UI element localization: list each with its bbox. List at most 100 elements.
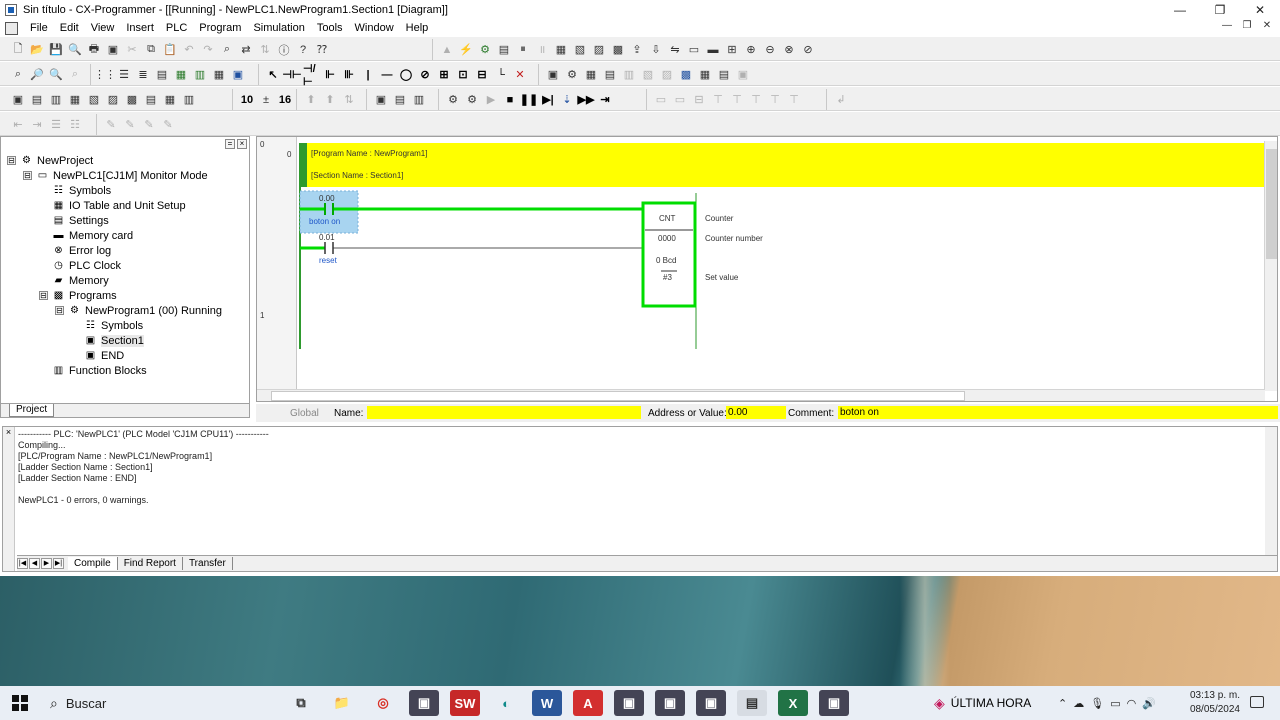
tool-icon-1[interactable]: ✎ (103, 117, 119, 133)
sim-monitor-icon[interactable]: ▤ (392, 92, 408, 108)
indent-icon[interactable]: ⇤ (10, 117, 26, 133)
microphone-icon[interactable]: 🎙 (1090, 697, 1104, 710)
pause-icon[interactable]: ॥ (534, 42, 550, 58)
task-view-icon[interactable]: ⧉ (286, 690, 316, 716)
watch-window-icon[interactable]: ⊞ (724, 42, 740, 58)
camera-icon[interactable]: ▭ (1110, 697, 1120, 710)
sim-setup-icon[interactable]: ▣ (373, 92, 389, 108)
menu-view[interactable]: View (85, 22, 121, 34)
ladder-icon[interactable]: ▦ (211, 67, 227, 83)
app-icon[interactable]: ▣ (696, 690, 726, 716)
maximize-button[interactable]: ❐ (1200, 0, 1240, 20)
run-to-end-icon[interactable]: ⇥ (597, 92, 613, 108)
set-value-icon[interactable]: ⬆ (303, 92, 319, 108)
tree-item[interactable]: ▣ Section1 (7, 333, 247, 348)
mnemonic-icon[interactable]: ▣ (230, 67, 246, 83)
fb-icon-2[interactable]: ▭ (672, 92, 688, 108)
prev-tab-button[interactable]: ◀ (29, 558, 40, 569)
redo-icon[interactable]: ↷ (200, 42, 216, 58)
wifi-icon[interactable]: ◠ (1127, 697, 1137, 710)
menu-program[interactable]: Program (193, 22, 247, 34)
chrome-icon[interactable]: ◎ (368, 690, 398, 716)
list-icon[interactable]: ☰ (48, 117, 64, 133)
minimize-button[interactable]: — (1160, 0, 1200, 20)
open-folder-icon[interactable]: 📂 (29, 42, 45, 58)
fb-icon-6[interactable]: ⊤ (748, 92, 764, 108)
zoom-icon[interactable]: ⌕ (10, 67, 26, 83)
comment-field[interactable]: boton on (838, 406, 1278, 419)
print-icon[interactable]: 🖶 (86, 42, 102, 58)
transfer-from-plc-icon[interactable]: ⇩ (648, 42, 664, 58)
rung-bookmark-icon[interactable]: ≣ (135, 67, 151, 83)
monitor-diagram-icon[interactable]: ▦ (173, 67, 189, 83)
online-icon[interactable]: ▲ (439, 42, 455, 58)
tree-item[interactable]: ☷ Symbols (7, 318, 247, 333)
fb-icon-7[interactable]: ⊤ (767, 92, 783, 108)
tree-item[interactable]: ▰ Memory (7, 273, 247, 288)
menu-help[interactable]: Help (400, 22, 435, 34)
tree-item[interactable]: ⊟ ⚙ NewProject (7, 153, 247, 168)
view-rung-icon[interactable]: ▥ (192, 67, 208, 83)
memory-view-icon[interactable]: ▭ (686, 42, 702, 58)
fb-icon-1[interactable]: ▭ (653, 92, 669, 108)
fb-icon-8[interactable]: ⊤ (786, 92, 802, 108)
tree-collapse-toggle[interactable]: ⊟ (23, 171, 32, 180)
bookmark-icon[interactable]: ▣ (735, 67, 751, 83)
cloud-icon[interactable]: ☁ (1073, 697, 1084, 710)
volume-icon[interactable]: 🔊 (1142, 697, 1156, 710)
replace-icon[interactable]: ⇄ (238, 42, 254, 58)
show-comments-icon[interactable]: ☰ (116, 67, 132, 83)
app-icon[interactable]: ▣ (409, 690, 439, 716)
menu-tools[interactable]: Tools (311, 22, 349, 34)
sim-run-icon[interactable]: ▥ (411, 92, 427, 108)
instruction-ref-icon[interactable]: ▤ (716, 67, 732, 83)
reset-icon[interactable]: ⊘ (800, 42, 816, 58)
menu-insert[interactable]: Insert (120, 22, 160, 34)
table-icon[interactable]: ▦ (162, 92, 178, 108)
document-icon[interactable] (5, 21, 18, 35)
tab-project[interactable]: Project (9, 404, 55, 417)
excel-icon[interactable]: X (778, 690, 808, 716)
step-icon[interactable]: ▶| (540, 92, 556, 108)
start-button[interactable] (0, 686, 40, 720)
tool-icon-4[interactable]: ✎ (160, 117, 176, 133)
zoom-out-icon[interactable]: 🔍 (48, 67, 64, 83)
new-file-icon[interactable]: 🗋 (10, 42, 26, 58)
word-icon[interactable]: W (532, 690, 562, 716)
monitor-icon[interactable]: ▤ (496, 42, 512, 58)
vertical-line-icon[interactable]: | (360, 67, 376, 83)
tree-item[interactable]: ⊟ ▭ NewPLC1[CJ1M] Monitor Mode (7, 168, 247, 183)
send-changes-icon[interactable]: ▧ (640, 67, 656, 83)
debug-mode-icon[interactable]: ▧ (572, 42, 588, 58)
help-icon[interactable]: ? (295, 42, 311, 58)
io-comment-icon[interactable]: ▩ (678, 67, 694, 83)
break-icon[interactable]: ⚙ (445, 92, 461, 108)
clock[interactable]: 03:13 p. m. 08/05/2024 (1170, 689, 1240, 717)
file-explorer-icon[interactable]: 📁 (327, 690, 357, 716)
menu-plc[interactable]: PLC (160, 22, 193, 34)
scroll-thumb[interactable] (271, 391, 965, 401)
set-icon[interactable]: ⊗ (781, 42, 797, 58)
tool-icon-2[interactable]: ✎ (122, 117, 138, 133)
close-button[interactable]: ✕ (1240, 0, 1280, 20)
time-chart-icon[interactable]: ▤ (602, 67, 618, 83)
find-in-files-icon[interactable]: 🔍 (67, 42, 83, 58)
undo-icon[interactable]: ↶ (181, 42, 197, 58)
news-widget[interactable]: ◈ ÚLTIMA HORA (934, 686, 1031, 720)
tree-item[interactable]: ▬ Memory card (7, 228, 247, 243)
solidworks-icon[interactable]: SW (450, 690, 480, 716)
line-connect-icon[interactable]: └ (493, 67, 509, 83)
monitor-mode-icon[interactable]: ▨ (591, 42, 607, 58)
menu-window[interactable]: Window (349, 22, 400, 34)
work-online-icon[interactable]: ⚡ (458, 42, 474, 58)
taskbar-search[interactable]: ⌕ Buscar (40, 686, 280, 720)
diff-monitor-icon[interactable]: ⚙ (564, 67, 580, 83)
info-icon[interactable]: ⓘ (276, 42, 292, 58)
run-mode-icon[interactable]: ▩ (610, 42, 626, 58)
task-icon[interactable]: ▦ (697, 67, 713, 83)
vertical-scrollbar[interactable] (1264, 141, 1277, 391)
address-ref-icon[interactable]: ▦ (67, 92, 83, 108)
tree-item[interactable]: ⊟ ⚙ NewProgram1 (00) Running (7, 303, 247, 318)
tree-item[interactable]: ⊟ ▩ Programs (7, 288, 247, 303)
tree-item[interactable]: ◷ PLC Clock (7, 258, 247, 273)
